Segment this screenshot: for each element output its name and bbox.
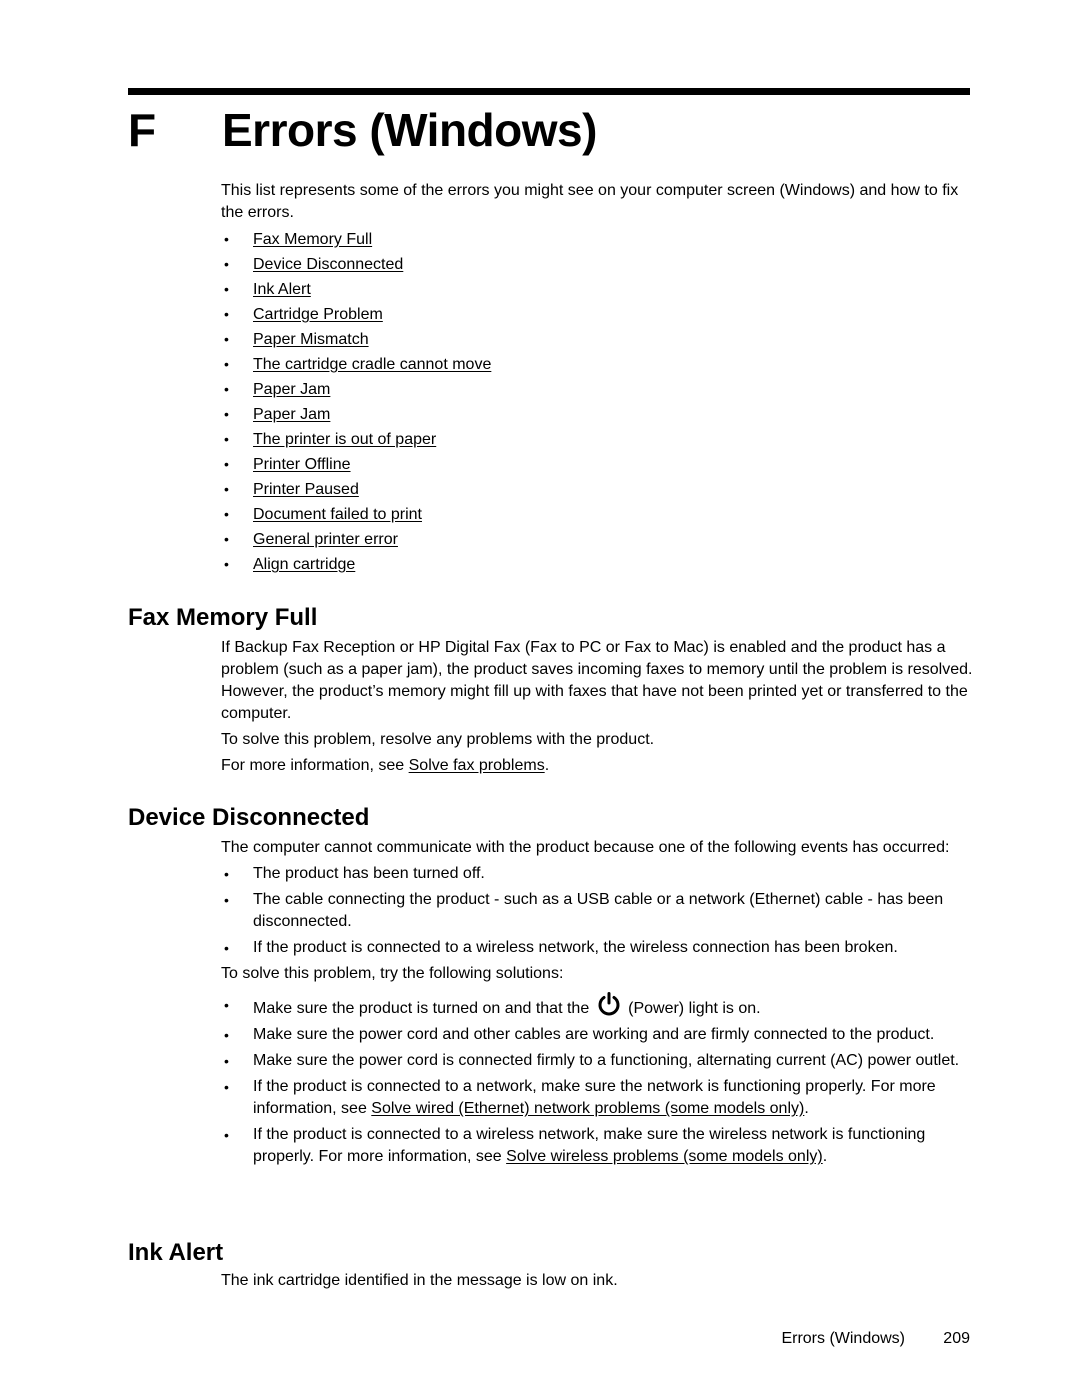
solution-item: Make sure the power cord is connected fi…	[221, 1050, 973, 1072]
toc-link-document-failed[interactable]: Document failed to print	[253, 506, 422, 523]
event-item: If the product is connected to a wireles…	[221, 937, 973, 959]
solution-text: .	[822, 1148, 828, 1165]
solution-text: Make sure the product is turned on and t…	[253, 1000, 590, 1017]
solution-item: Make sure the product is turned on and t…	[221, 991, 973, 1023]
fax-memory-more-info: For more information, see Solve fax prob…	[221, 755, 973, 777]
solution-item: If the product is connected to a wireles…	[221, 1124, 973, 1168]
page-number: 209	[943, 1330, 970, 1347]
toc-link-printer-paused[interactable]: Printer Paused	[253, 481, 359, 498]
error-toc-list: Fax Memory Full Device Disconnected Ink …	[221, 227, 973, 577]
toc-link-fax-memory-full[interactable]: Fax Memory Full	[253, 231, 372, 248]
solutions-intro: To solve this problem, try the following…	[221, 965, 564, 982]
device-disconnected-intro: The computer cannot communicate with the…	[221, 839, 950, 856]
event-item: The product has been turned off.	[221, 863, 973, 885]
power-icon	[598, 992, 620, 1016]
chapter-title-text: Errors (Windows)	[222, 104, 597, 156]
toc-item: Paper Jam	[221, 377, 973, 402]
chapter-title: F Errors (Windows)	[128, 100, 597, 160]
toc-link-out-of-paper[interactable]: The printer is out of paper	[253, 431, 436, 448]
section-heading-fax-memory-full: Fax Memory Full	[128, 604, 318, 631]
solution-text: (Power) light is on.	[628, 1000, 761, 1017]
solve-wired-network-link[interactable]: Solve wired (Ethernet) network problems …	[371, 1100, 804, 1117]
footer-title: Errors (Windows)	[781, 1330, 905, 1347]
more-info-prefix: For more information, see	[221, 757, 409, 774]
event-item: The cable connecting the product - such …	[221, 889, 973, 933]
chapter-intro: This list represents some of the errors …	[221, 182, 959, 221]
chapter-letter: F	[128, 104, 156, 156]
toc-link-cartridge-problem[interactable]: Cartridge Problem	[253, 306, 383, 323]
toc-item: Cartridge Problem	[221, 302, 973, 327]
toc-item: The cartridge cradle cannot move	[221, 352, 973, 377]
toc-link-device-disconnected[interactable]: Device Disconnected	[253, 256, 403, 273]
more-info-suffix: .	[544, 757, 550, 774]
fax-memory-description: If Backup Fax Reception or HP Digital Fa…	[221, 639, 973, 722]
section-fax-memory-full: If Backup Fax Reception or HP Digital Fa…	[221, 637, 973, 777]
toc-link-ink-alert[interactable]: Ink Alert	[253, 281, 311, 298]
toc-item: Document failed to print	[221, 502, 973, 527]
solution-text: .	[804, 1100, 809, 1117]
toc-link-printer-offline[interactable]: Printer Offline	[253, 456, 351, 473]
fax-memory-solution: To solve this problem, resolve any probl…	[221, 731, 655, 748]
disconnect-events-list: The product has been turned off. The cab…	[221, 863, 973, 959]
solutions-list: Make sure the product is turned on and t…	[221, 991, 973, 1168]
toc-item: Printer Offline	[221, 452, 973, 477]
chapter-intro-block: This list represents some of the errors …	[221, 180, 973, 577]
chapter-rule	[128, 88, 970, 95]
solution-item: If the product is connected to a network…	[221, 1076, 973, 1120]
section-heading-device-disconnected: Device Disconnected	[128, 804, 370, 831]
section-heading-ink-alert: Ink Alert	[128, 1239, 224, 1266]
toc-item: Paper Jam	[221, 402, 973, 427]
solve-fax-problems-link[interactable]: Solve fax problems	[409, 757, 545, 774]
toc-item: Device Disconnected	[221, 252, 973, 277]
toc-item: Ink Alert	[221, 277, 973, 302]
toc-item: The printer is out of paper	[221, 427, 973, 452]
section-device-disconnected: The computer cannot communicate with the…	[221, 837, 973, 1168]
toc-item: Paper Mismatch	[221, 327, 973, 352]
toc-link-general-printer-error[interactable]: General printer error	[253, 531, 398, 548]
toc-item: Fax Memory Full	[221, 227, 973, 252]
toc-item: General printer error	[221, 527, 973, 552]
toc-link-paper-jam-1[interactable]: Paper Jam	[253, 381, 330, 398]
section-ink-alert: The ink cartridge identified in the mess…	[221, 1270, 973, 1292]
ink-alert-text: The ink cartridge identified in the mess…	[221, 1272, 618, 1289]
solve-wireless-link[interactable]: Solve wireless problems (some models onl…	[506, 1148, 823, 1165]
toc-link-paper-jam-2[interactable]: Paper Jam	[253, 406, 330, 423]
toc-item: Align cartridge	[221, 552, 973, 577]
toc-item: Printer Paused	[221, 477, 973, 502]
toc-link-cradle-cannot-move[interactable]: The cartridge cradle cannot move	[253, 356, 491, 373]
solution-item: Make sure the power cord and other cable…	[221, 1024, 973, 1046]
toc-link-paper-mismatch[interactable]: Paper Mismatch	[253, 331, 369, 348]
toc-link-align-cartridge[interactable]: Align cartridge	[253, 556, 355, 573]
